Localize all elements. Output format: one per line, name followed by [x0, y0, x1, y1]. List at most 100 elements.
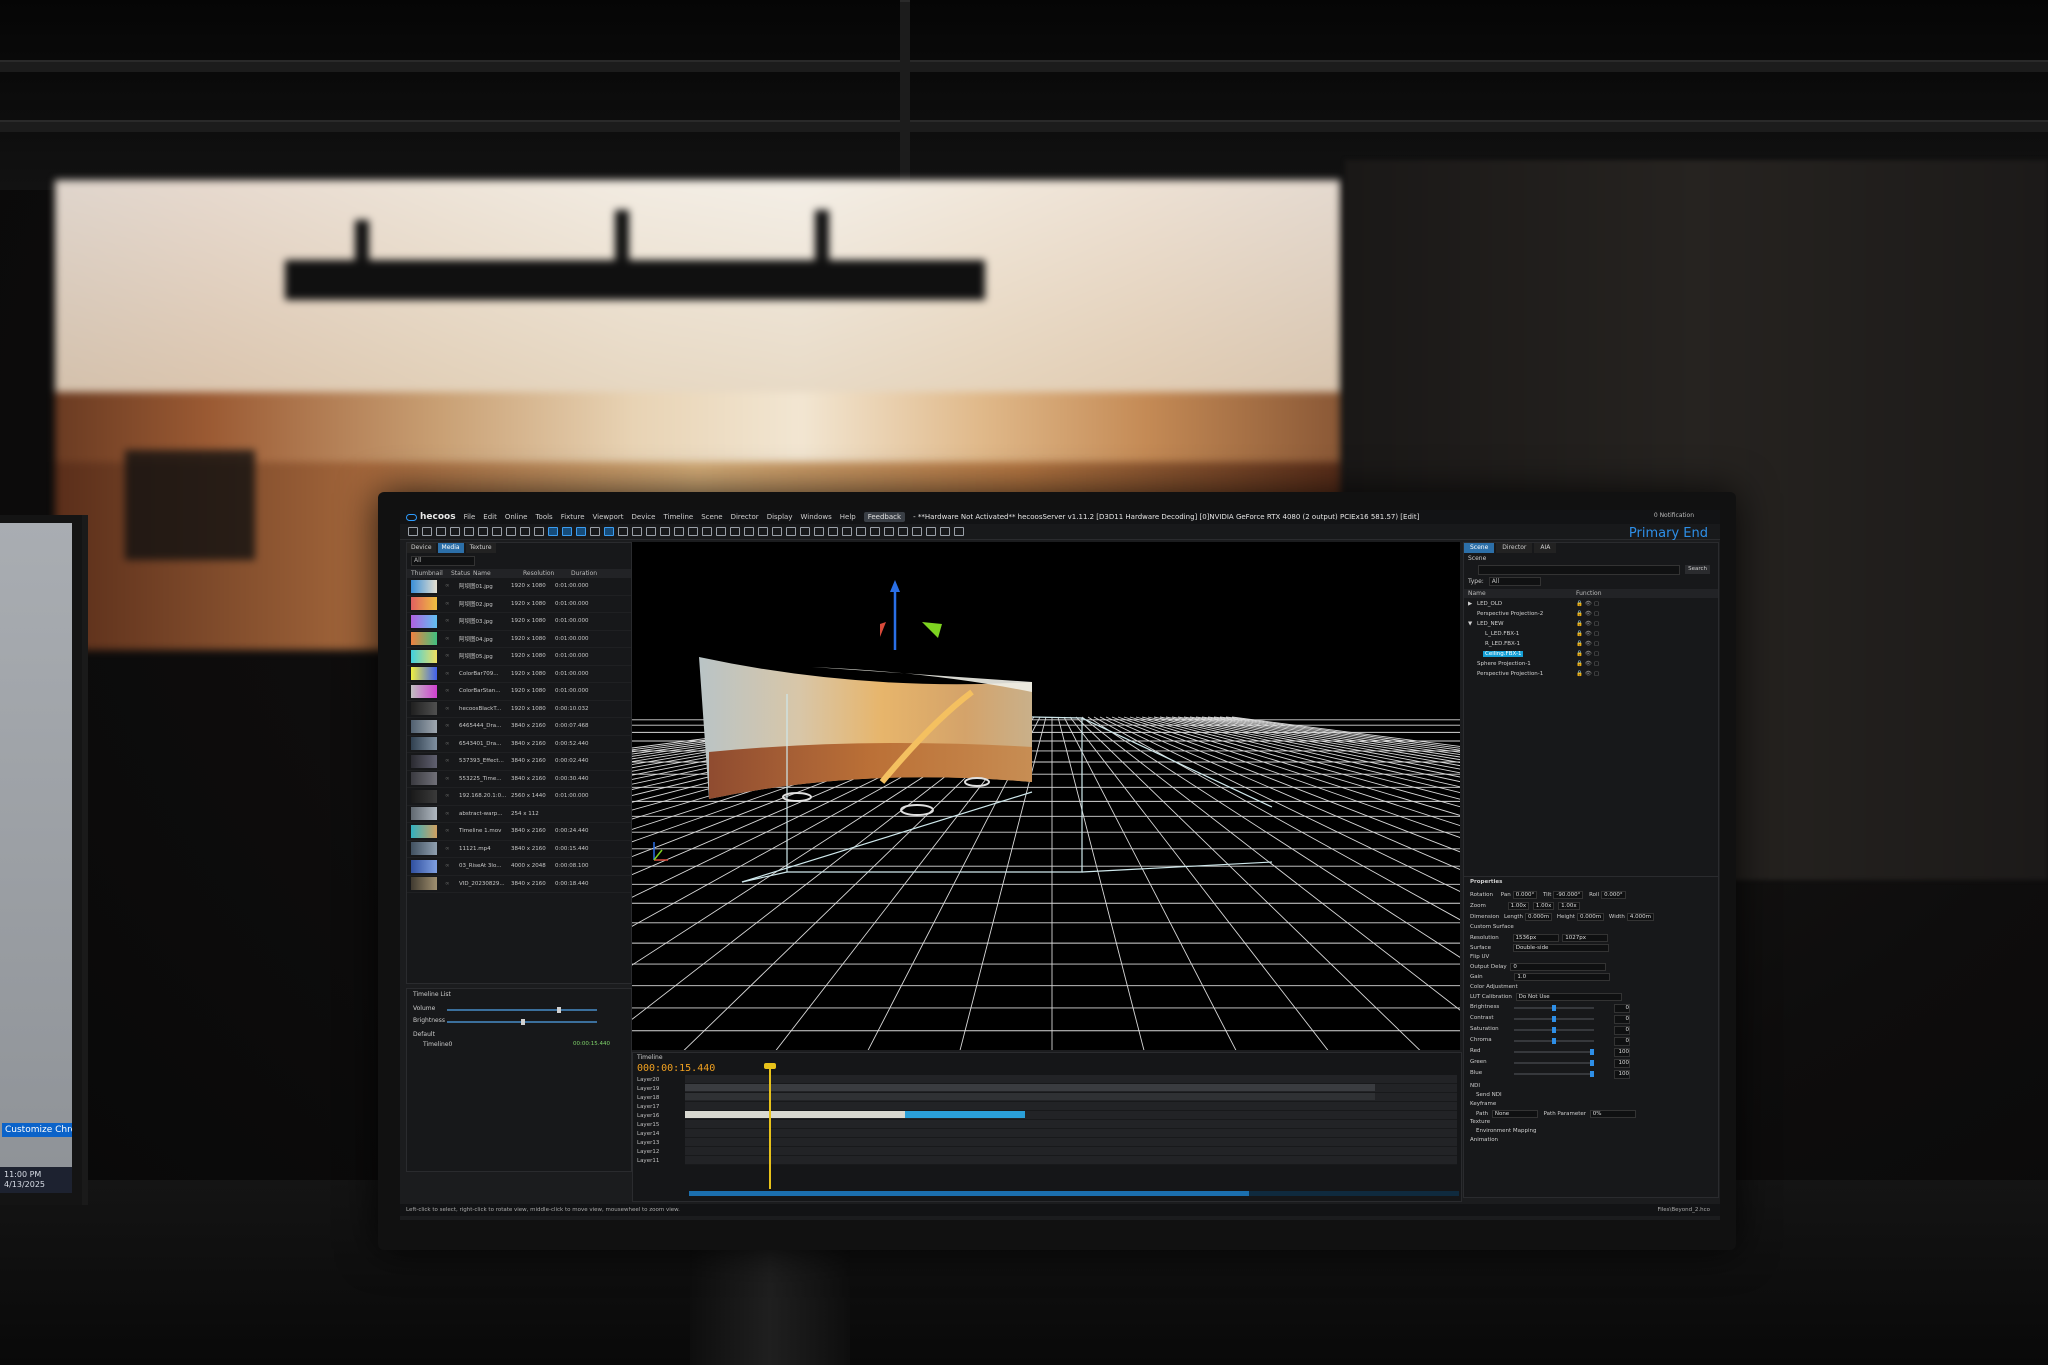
toolbar-tool-icon[interactable]: [828, 527, 838, 536]
texture-section[interactable]: Texture: [1470, 1119, 1490, 1125]
color-slider[interactable]: [1514, 1060, 1594, 1066]
roll-input[interactable]: 0.000°: [1601, 891, 1626, 899]
menu-edit[interactable]: Edit: [483, 513, 497, 521]
toolbar-tool-icon[interactable]: [940, 527, 950, 536]
media-row[interactable]: ∞ 11121.mp4 3840 x 2160 0:00:15.440: [407, 841, 631, 858]
tab-director[interactable]: Director: [1496, 543, 1533, 553]
menu-device[interactable]: Device: [632, 513, 656, 521]
media-row[interactable]: ∞ 6465444_Dra... 3840 x 2160 0:00:07.468: [407, 718, 631, 736]
color-slider[interactable]: [1514, 1005, 1594, 1011]
timeline-timecode[interactable]: 000:00:15.440: [637, 1063, 715, 1074]
scene-search-input[interactable]: [1478, 565, 1680, 575]
scene-tree-item[interactable]: Perspective Projection-2 🔒👁▢: [1464, 609, 1718, 619]
toolbar-tool-icon[interactable]: [758, 527, 768, 536]
lut-select[interactable]: Do Not Use: [1515, 993, 1622, 1001]
menu-help[interactable]: Help: [840, 513, 856, 521]
toolbar-tool-icon[interactable]: [492, 527, 502, 536]
toolbar-tool-icon[interactable]: [506, 527, 516, 536]
timeline-track[interactable]: [685, 1102, 1457, 1111]
menu-viewport[interactable]: Viewport: [593, 513, 624, 521]
toolbar-tool-icon[interactable]: [548, 527, 558, 536]
media-row[interactable]: ∞ 03_RiseAt 3lo... 4000 x 2048 0:00:08.100: [407, 858, 631, 876]
media-row[interactable]: ∞ ColorBarStan... 1920 x 1080 0:01:00.000: [407, 683, 631, 701]
brightness-slider-knob[interactable]: [521, 1019, 525, 1025]
media-row[interactable]: ∞ 192.168.20.1:0... 2560 x 1440 0:01:00.000: [407, 788, 631, 806]
zoom-x-input[interactable]: 1.00x: [1507, 902, 1530, 910]
timeline-clip[interactable]: [685, 1111, 905, 1118]
timeline-item[interactable]: Timeline0: [423, 1041, 452, 1048]
scene-tree-item[interactable]: Perspective Projection-1 🔒👁▢: [1464, 669, 1718, 679]
lock-visibility-icon[interactable]: 🔒👁▢: [1576, 619, 1601, 629]
height-input[interactable]: 0.000m: [1577, 913, 1605, 921]
color-slider-knob[interactable]: [1590, 1060, 1594, 1066]
resolution-width-input[interactable]: 1536px: [1512, 934, 1559, 942]
scene-type-select[interactable]: All: [1488, 577, 1541, 586]
timeline-track[interactable]: [685, 1147, 1457, 1156]
tab-texture[interactable]: Texture: [465, 543, 496, 553]
toolbar-tool-icon[interactable]: [674, 527, 684, 536]
media-row[interactable]: ∞ 6543401_Dra... 3840 x 2160 0:00:52.440: [407, 736, 631, 753]
lock-visibility-icon[interactable]: 🔒👁▢: [1576, 629, 1601, 639]
width-input[interactable]: 4.000m: [1626, 913, 1654, 921]
scene-search-button[interactable]: Search: [1685, 565, 1710, 574]
media-row[interactable]: ∞ VID_20230829... 3840 x 2160 0:00:18.440: [407, 876, 631, 893]
tab-device[interactable]: Device: [407, 543, 436, 553]
menu-fixture[interactable]: Fixture: [561, 513, 585, 521]
feedback-button[interactable]: Feedback: [863, 512, 906, 522]
tree-arrow-icon[interactable]: ▶: [1468, 599, 1475, 609]
timeline-scrollbar-thumb[interactable]: [689, 1191, 1249, 1196]
toolbar-tool-icon[interactable]: [814, 527, 824, 536]
path-parameter-input[interactable]: 0%: [1589, 1110, 1636, 1118]
layer-label[interactable]: Layer15: [637, 1122, 659, 1128]
menu-tools[interactable]: Tools: [535, 513, 552, 521]
media-row[interactable]: ∞ hecoosBlackT... 1920 x 1080 0:00:10.032: [407, 701, 631, 718]
lock-visibility-icon[interactable]: 🔒👁▢: [1576, 599, 1601, 609]
toolbar-tool-icon[interactable]: [786, 527, 796, 536]
media-row[interactable]: ∞ 537393_Effect... 3840 x 2160 0:00:02.440: [407, 753, 631, 771]
toolbar-tool-icon[interactable]: [688, 527, 698, 536]
menu-display[interactable]: Display: [767, 513, 793, 521]
tab-aia[interactable]: AIA: [1534, 543, 1557, 553]
volume-slider-knob[interactable]: [557, 1007, 561, 1013]
layer-label[interactable]: Layer13: [637, 1140, 659, 1146]
lock-visibility-icon[interactable]: 🔒👁▢: [1576, 639, 1601, 649]
toolbar-tool-icon[interactable]: [800, 527, 810, 536]
media-row[interactable]: ∞ 553225_Time... 3840 x 2160 0:00:30.440: [407, 771, 631, 788]
color-slider[interactable]: [1514, 1071, 1594, 1077]
length-input[interactable]: 0.000m: [1524, 913, 1553, 921]
color-slider-value[interactable]: 100: [1614, 1059, 1630, 1068]
color-slider-value[interactable]: 0: [1614, 1015, 1630, 1024]
scene-tree-item[interactable]: ▶ LED_OLD 🔒👁▢: [1464, 599, 1718, 609]
scene-tree-item[interactable]: Sphere Projection-1 🔒👁▢: [1464, 659, 1718, 669]
color-slider[interactable]: [1514, 1016, 1594, 1022]
volume-slider[interactable]: [447, 1009, 597, 1011]
toolbar-tool-icon[interactable]: [576, 527, 586, 536]
toolbar-tool-icon[interactable]: [478, 527, 488, 536]
scene-tree-item[interactable]: ▼ LED_NEW 🔒👁▢: [1464, 619, 1718, 629]
toolbar-tool-icon[interactable]: [716, 527, 726, 536]
playhead[interactable]: [769, 1067, 771, 1189]
color-slider[interactable]: [1514, 1038, 1594, 1044]
media-row[interactable]: ∞ 阿坝图01.jpg 1920 x 1080 0:01:00.000: [407, 578, 631, 596]
toolbar-tool-icon[interactable]: [772, 527, 782, 536]
toolbar-tool-icon[interactable]: [870, 527, 880, 536]
toolbar-tool-icon[interactable]: [898, 527, 908, 536]
color-slider-knob[interactable]: [1590, 1071, 1594, 1077]
toolbar-tool-icon[interactable]: [632, 527, 642, 536]
color-slider-value[interactable]: 0: [1614, 1037, 1630, 1046]
notification-indicator[interactable]: 0 Notification: [1654, 512, 1694, 519]
lock-visibility-icon[interactable]: 🔒👁▢: [1576, 649, 1601, 659]
toolbar-tool-icon[interactable]: [520, 527, 530, 536]
color-slider-value[interactable]: 100: [1614, 1070, 1630, 1079]
menu-timeline[interactable]: Timeline: [663, 513, 693, 521]
toolbar-tool-icon[interactable]: [954, 527, 964, 536]
timeline-track[interactable]: [685, 1129, 1457, 1138]
media-row[interactable]: ∞ ColorBar709... 1920 x 1080 0:01:00.000: [407, 666, 631, 683]
media-row[interactable]: ∞ 阿坝图04.jpg 1920 x 1080 0:01:00.000: [407, 631, 631, 648]
toolbar-tool-icon[interactable]: [604, 527, 614, 536]
toolbar-tool-icon[interactable]: [534, 527, 544, 536]
toolbar-tool-icon[interactable]: [450, 527, 460, 536]
tree-arrow-icon[interactable]: ▼: [1468, 619, 1475, 629]
menu-scene[interactable]: Scene: [701, 513, 722, 521]
menu-file[interactable]: File: [464, 513, 476, 521]
